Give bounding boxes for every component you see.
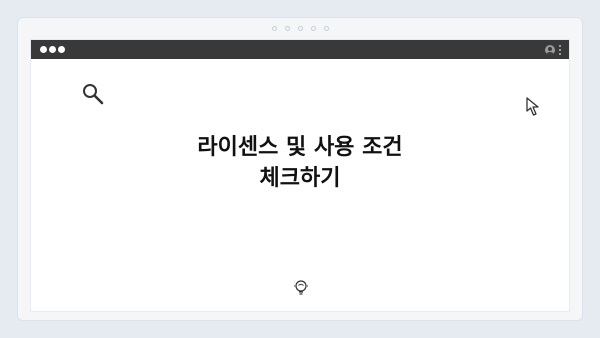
window-minimize-button[interactable] (49, 46, 56, 53)
browser-window: 라이센스 및 사용 조건 체크하기 (31, 40, 569, 311)
browser-titlebar (31, 40, 569, 59)
search-icon (83, 84, 104, 105)
lightbulb-icon (294, 280, 308, 295)
window-maximize-button[interactable] (58, 46, 65, 53)
frame-dot (284, 26, 290, 31)
cursor-arrow-icon (526, 97, 539, 116)
profile-icon[interactable] (545, 44, 555, 55)
titlebar-actions (545, 43, 561, 56)
window-controls (40, 46, 67, 53)
frame-dot (323, 26, 329, 31)
frame-pagination-dots (18, 26, 582, 31)
kebab-menu-icon[interactable] (559, 44, 561, 55)
page-headline: 라이센스 및 사용 조건 체크하기 (31, 132, 569, 194)
frame-dot (297, 26, 303, 31)
window-close-button[interactable] (40, 46, 47, 53)
frame-dot (310, 26, 316, 31)
frame-dot (271, 26, 277, 31)
headline-line-2: 체크하기 (259, 166, 341, 191)
headline-line-1: 라이센스 및 사용 조건 (197, 135, 403, 160)
